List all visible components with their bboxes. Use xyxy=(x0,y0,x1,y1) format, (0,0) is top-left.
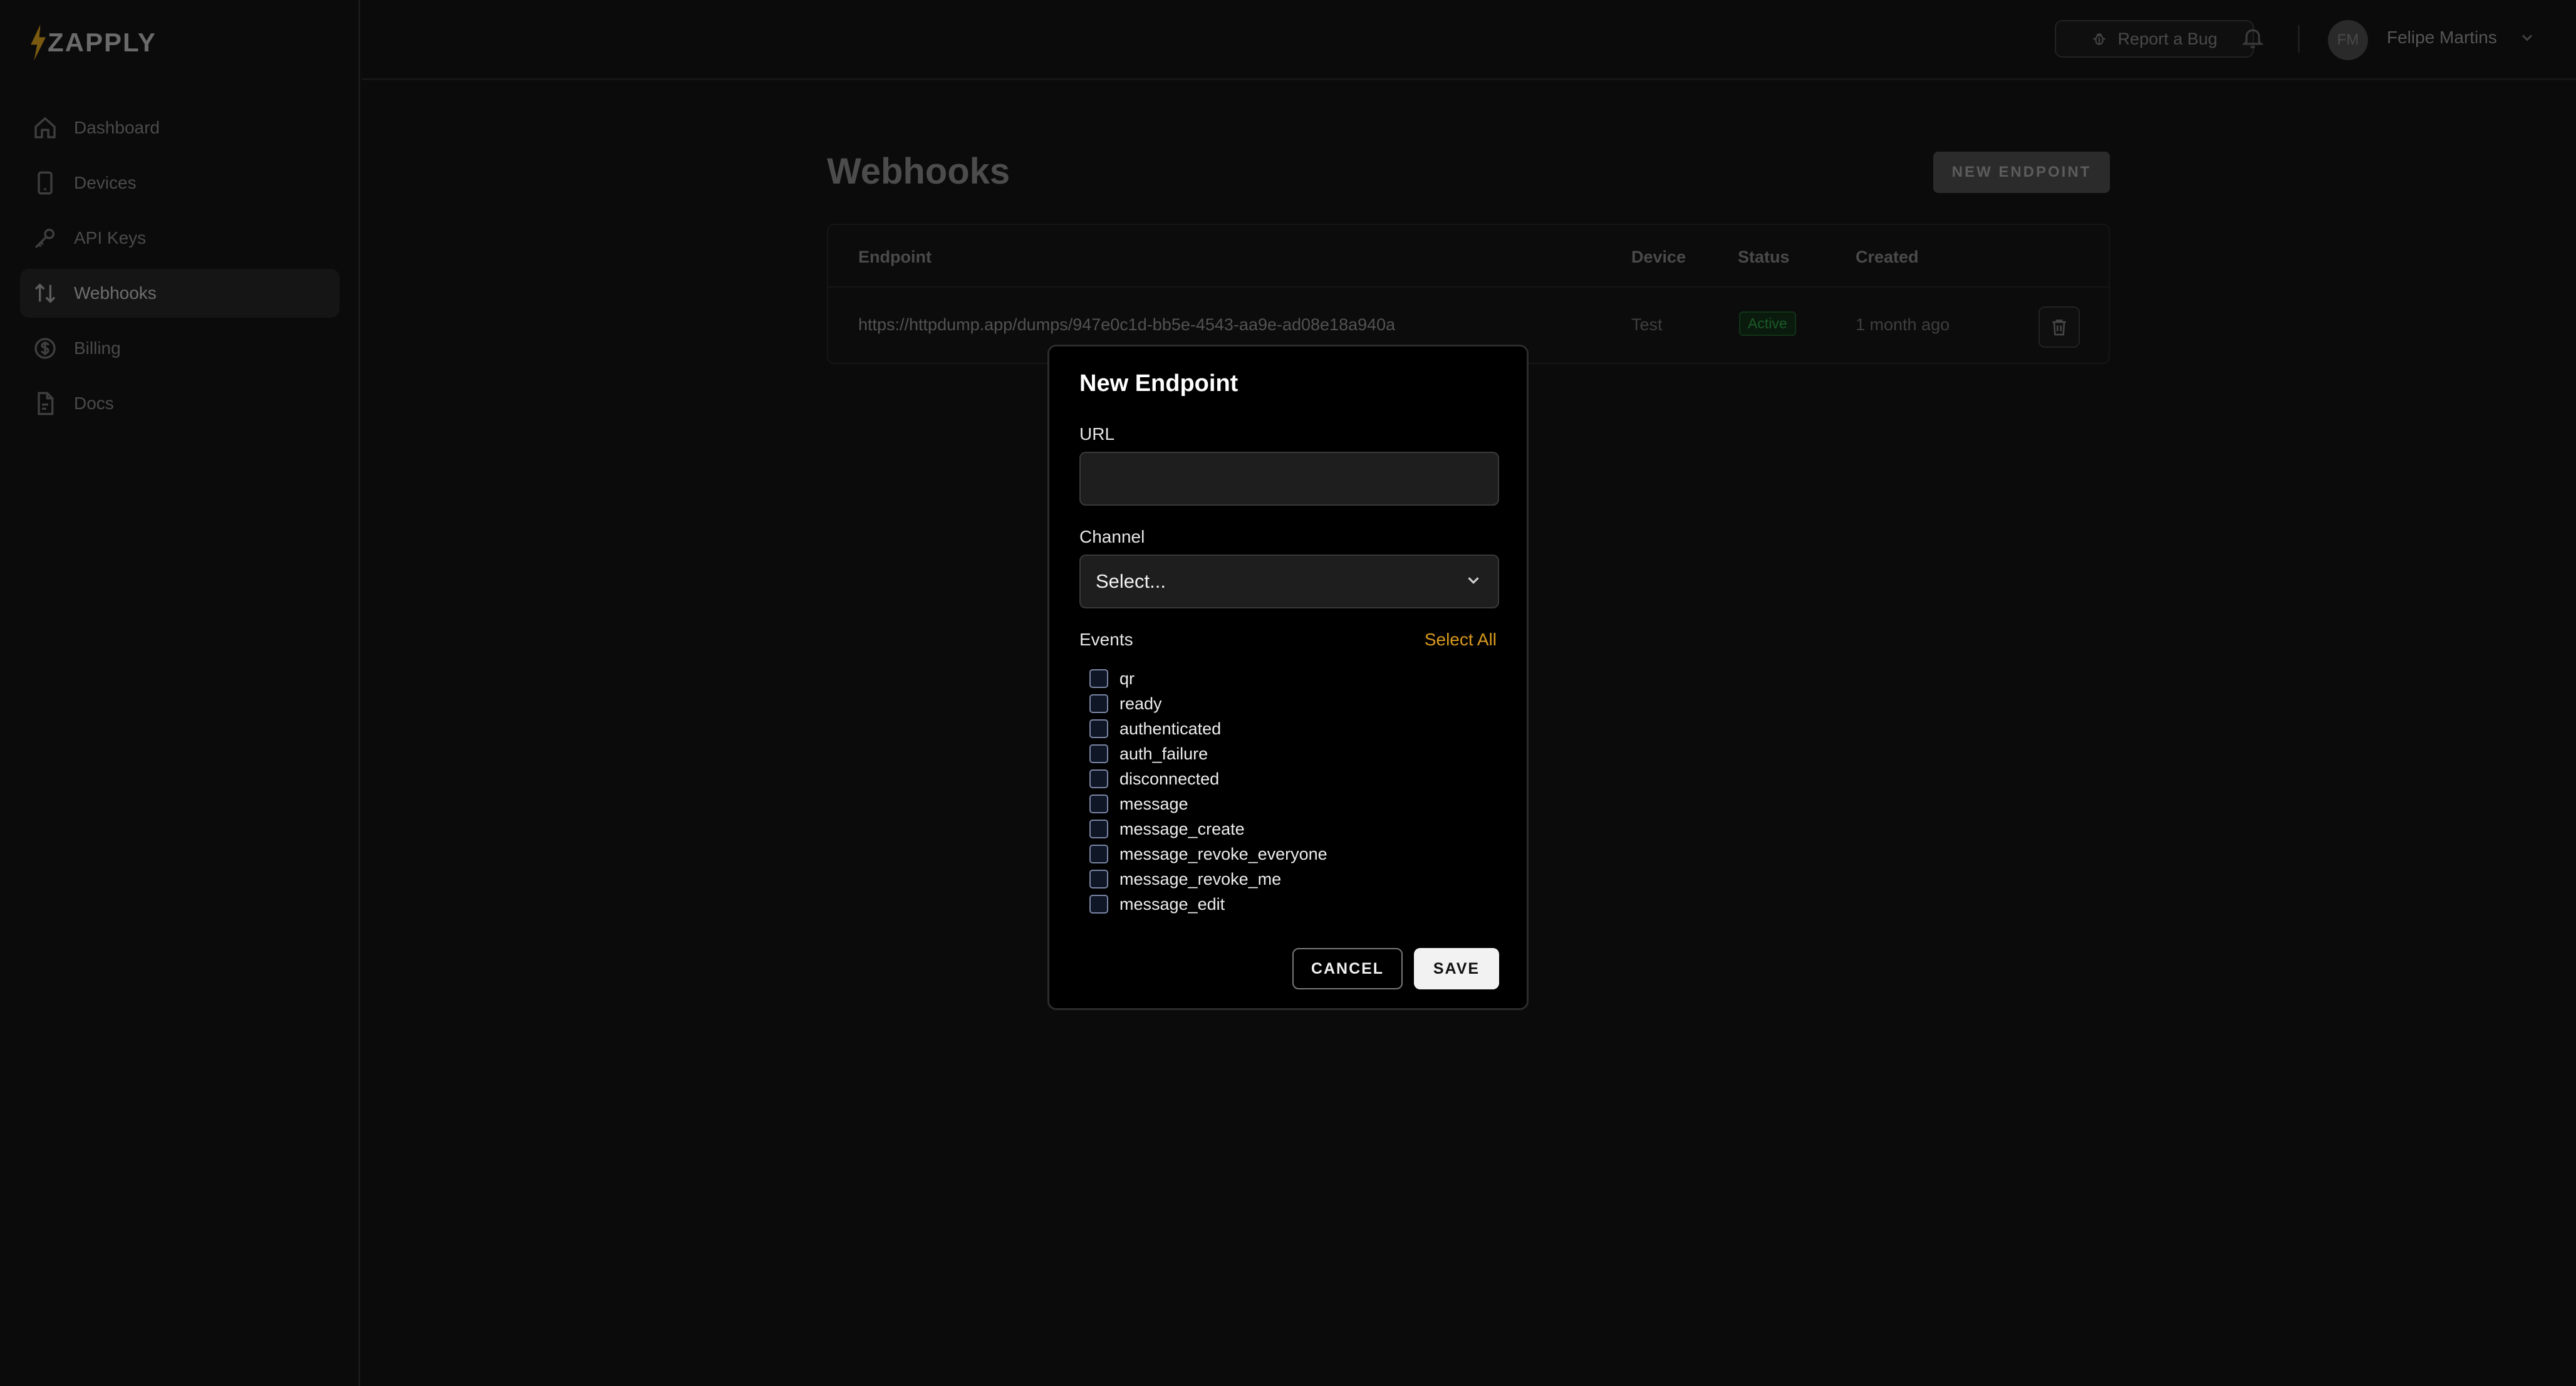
new-endpoint-button[interactable]: NEW ENDPOINT xyxy=(1933,152,2110,193)
phone-icon xyxy=(31,169,59,197)
created-time: 1 month ago xyxy=(1856,315,1950,334)
user-name[interactable]: Felipe Martins xyxy=(2387,28,2497,48)
list-item[interactable]: message xyxy=(1079,791,1499,816)
bolt-icon xyxy=(31,24,46,61)
webhooks-table: Endpoint Device Status Created https://h… xyxy=(827,224,2110,364)
page-title: Webhooks xyxy=(827,151,1010,192)
bell-icon[interactable] xyxy=(2240,25,2268,53)
channel-label: Channel xyxy=(1079,527,1145,546)
report-bug-button[interactable]: Report a Bug xyxy=(2055,20,2254,58)
avatar-initials: FM xyxy=(2337,31,2359,48)
checkbox[interactable] xyxy=(1089,669,1108,688)
sidebar-item-webhooks[interactable]: Webhooks xyxy=(20,269,340,318)
checkbox[interactable] xyxy=(1089,795,1108,813)
checkbox[interactable] xyxy=(1089,694,1108,713)
home-icon xyxy=(31,114,59,142)
header-created: Created xyxy=(1856,248,1919,266)
event-label: disconnected xyxy=(1119,769,1220,788)
bug-icon xyxy=(2093,33,2106,45)
sidebar-item-label: Docs xyxy=(74,393,114,413)
dollar-icon xyxy=(31,335,59,362)
chevron-down-icon xyxy=(1464,571,1483,593)
url-label: URL xyxy=(1079,424,1115,444)
status-badge: Active xyxy=(1739,311,1796,336)
sidebar-item-api-keys[interactable]: API Keys xyxy=(20,214,340,263)
report-bug-label: Report a Bug xyxy=(2117,29,2218,48)
sidebar-item-billing[interactable]: Billing xyxy=(20,324,340,373)
checkbox[interactable] xyxy=(1089,769,1108,788)
trash-icon xyxy=(2052,320,2066,336)
sidebar-item-devices[interactable]: Devices xyxy=(20,159,340,207)
delete-endpoint-button[interactable] xyxy=(2038,306,2080,348)
key-icon xyxy=(31,224,59,252)
list-item[interactable]: qr xyxy=(1079,666,1499,691)
event-label: message_create xyxy=(1119,819,1245,838)
save-button[interactable]: SAVE xyxy=(1414,948,1499,989)
sidebar-item-label: Dashboard xyxy=(74,118,160,137)
checkbox[interactable] xyxy=(1089,719,1108,738)
sidebar-nav: Dashboard Devices API Keys Webhooks Bill… xyxy=(20,103,340,434)
list-item[interactable]: message_revoke_me xyxy=(1079,867,1499,892)
new-endpoint-modal: New Endpoint URL Channel Select... Event… xyxy=(1047,345,1529,1010)
event-label: message_revoke_everyone xyxy=(1119,844,1327,863)
list-item[interactable]: disconnected xyxy=(1079,766,1499,791)
checkbox[interactable] xyxy=(1089,870,1108,888)
select-all-link[interactable]: Select All xyxy=(1425,630,1497,650)
avatar[interactable]: FM xyxy=(2328,20,2368,60)
checkbox[interactable] xyxy=(1089,895,1108,914)
app-root: ZAPPLY Dashboard Devices API Keys Webhoo… xyxy=(0,0,2576,1386)
event-label: message_revoke_me xyxy=(1119,869,1282,888)
events-label: Events xyxy=(1079,630,1133,649)
list-item[interactable]: auth_failure xyxy=(1079,741,1499,766)
list-item[interactable]: message_create xyxy=(1079,816,1499,842)
brand-name: ZAPPLY xyxy=(48,28,157,57)
sidebar-item-docs[interactable]: Docs xyxy=(20,379,340,428)
top-bar: Report a Bug FM Felipe Martins xyxy=(362,0,2576,80)
sidebar: ZAPPLY Dashboard Devices API Keys Webhoo… xyxy=(0,0,360,1386)
checkbox[interactable] xyxy=(1089,845,1108,863)
list-item[interactable]: message_revoke_everyone xyxy=(1079,842,1499,867)
events-list[interactable]: qr ready authenticated auth_failure disc… xyxy=(1079,666,1499,928)
list-item[interactable]: ready xyxy=(1079,691,1499,716)
device-name: Test xyxy=(1631,315,1663,334)
cancel-button[interactable]: CANCEL xyxy=(1292,948,1403,989)
event-label: authenticated xyxy=(1119,719,1222,738)
url-input[interactable] xyxy=(1079,452,1499,506)
table-header: Endpoint Device Status Created xyxy=(828,225,2109,288)
channel-select[interactable]: Select... xyxy=(1079,555,1499,608)
header-endpoint: Endpoint xyxy=(858,248,932,266)
event-label: ready xyxy=(1119,694,1162,713)
endpoint-url[interactable]: https://httpdump.app/dumps/947e0c1d-bb5e… xyxy=(858,315,1395,335)
sidebar-item-label: Billing xyxy=(74,338,121,358)
channel-select-value: Select... xyxy=(1096,570,1166,592)
header-device: Device xyxy=(1631,248,1686,266)
arrows-up-down-icon xyxy=(31,279,59,307)
event-label: message xyxy=(1119,794,1188,813)
checkbox[interactable] xyxy=(1089,820,1108,838)
sidebar-item-label: Devices xyxy=(74,173,137,192)
event-label: auth_failure xyxy=(1119,744,1208,763)
header-status: Status xyxy=(1738,248,1790,266)
modal-title: New Endpoint xyxy=(1079,370,1239,397)
checkbox[interactable] xyxy=(1089,744,1108,763)
sidebar-item-label: API Keys xyxy=(74,228,147,248)
document-icon xyxy=(31,390,59,417)
list-item[interactable]: message_edit xyxy=(1079,892,1499,917)
chevron-down-icon[interactable] xyxy=(2518,29,2537,48)
sidebar-item-dashboard[interactable]: Dashboard xyxy=(20,103,340,152)
event-label: qr xyxy=(1119,669,1135,688)
sidebar-item-label: Webhooks xyxy=(74,283,157,303)
event-label: message_edit xyxy=(1119,894,1225,914)
topbar-divider xyxy=(2298,25,2300,53)
logo[interactable]: ZAPPLY xyxy=(28,24,157,61)
list-item[interactable]: authenticated xyxy=(1079,716,1499,741)
